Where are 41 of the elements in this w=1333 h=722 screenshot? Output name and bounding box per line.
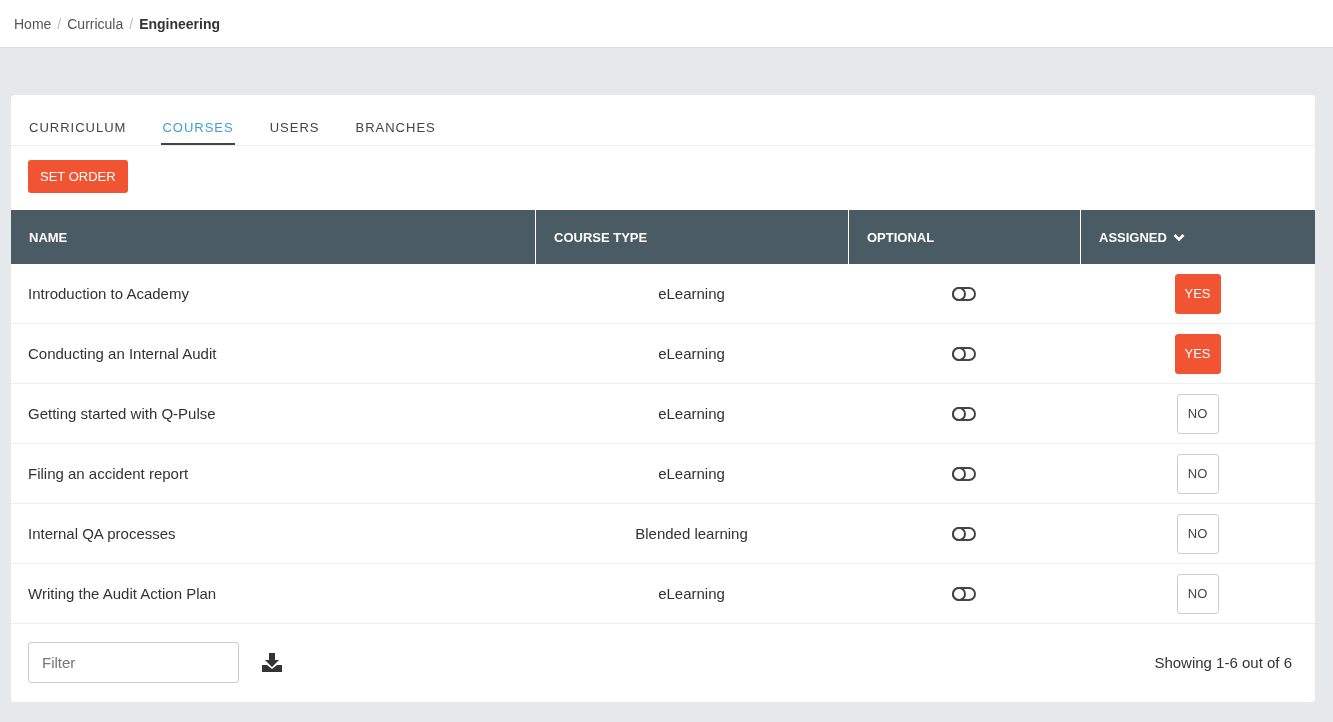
course-type: eLearning (535, 324, 848, 384)
column-header[interactable]: ASSIGNED (1080, 210, 1315, 264)
assigned-toggle-button[interactable]: NO (1176, 513, 1219, 554)
course-type: eLearning (535, 564, 848, 624)
breadcrumb-link[interactable]: Curricula (67, 15, 124, 32)
course-name: Writing the Audit Action Plan (11, 564, 535, 624)
tab[interactable]: BRANCHES (354, 120, 437, 145)
column-header-label: NAME (29, 229, 68, 245)
breadcrumb-current: Engineering (139, 15, 221, 32)
course-name: Introduction to Academy (11, 264, 535, 324)
assigned-toggle-button[interactable]: NO (1176, 453, 1219, 494)
course-type: eLearning (535, 444, 848, 504)
breadcrumb-separator: / (129, 15, 134, 32)
tab[interactable]: CURRICULUM (28, 120, 128, 145)
column-header-label: OPTIONAL (867, 229, 935, 245)
column-header[interactable]: NAME (11, 210, 535, 264)
optional-toggle[interactable] (952, 466, 976, 481)
download-icon[interactable] (262, 653, 282, 672)
optional-toggle[interactable] (952, 286, 976, 301)
pagination-summary: Showing 1-6 out of 6 (1154, 654, 1292, 671)
course-type: eLearning (535, 264, 848, 324)
column-header[interactable]: COURSE TYPE (535, 210, 848, 264)
breadcrumb-link[interactable]: Home (14, 15, 52, 32)
optional-toggle[interactable] (952, 406, 976, 421)
column-header-label: ASSIGNED (1099, 229, 1167, 245)
course-name: Getting started with Q-Pulse (11, 384, 535, 444)
column-header-label: COURSE TYPE (554, 229, 648, 245)
breadcrumb-separator: / (57, 15, 62, 32)
tab[interactable]: USERS (268, 120, 321, 145)
column-header[interactable]: OPTIONAL (848, 210, 1080, 264)
filter-field[interactable]: Filter (28, 642, 239, 683)
course-type: eLearning (535, 384, 848, 444)
course-name: Internal QA processes (11, 504, 535, 564)
assigned-toggle-button[interactable]: NO (1176, 573, 1219, 614)
optional-toggle[interactable] (952, 586, 976, 601)
assigned-toggle-button[interactable]: NO (1176, 393, 1219, 434)
course-name: Conducting an Internal Audit (11, 324, 535, 384)
course-type: Blended learning (535, 504, 848, 564)
optional-toggle[interactable] (952, 346, 976, 361)
course-name: Filing an accident report (11, 444, 535, 504)
optional-toggle[interactable] (952, 526, 976, 541)
